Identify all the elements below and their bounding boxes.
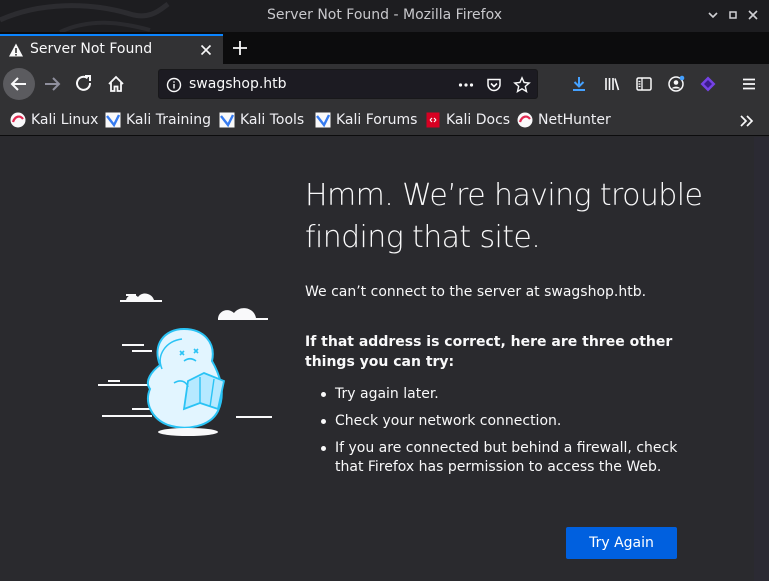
try-again-button[interactable]: Try Again: [566, 527, 677, 559]
url-text[interactable]: swagshop.htb: [189, 76, 287, 92]
account-icon[interactable]: [667, 75, 685, 93]
error-page: Hmm. We’re having trouble finding that s…: [0, 137, 769, 581]
suggestion-item: Try again later.: [305, 385, 695, 404]
window-titlebar: Server Not Found - Mozilla Firefox: [0, 0, 769, 32]
bookmarks-toolbar: Kali Linux Kali Training Kali Tools Kali…: [0, 104, 769, 136]
library-icon[interactable]: [603, 75, 621, 93]
tab-label: Server Not Found: [30, 41, 153, 57]
bookmark-label: NetHunter: [538, 112, 611, 128]
download-icon[interactable]: [570, 75, 588, 93]
suggestion-item: If you are connected but behind a firewa…: [305, 439, 695, 477]
forward-arrow-icon: [45, 77, 61, 91]
window-title: Server Not Found - Mozilla Firefox: [266, 7, 503, 23]
suggestion-item: Check your network connection.: [305, 412, 695, 431]
pocket-icon[interactable]: [485, 76, 503, 94]
reload-button[interactable]: [68, 68, 100, 100]
suggestions-title: If that address is correct, here are thr…: [305, 334, 673, 370]
back-button[interactable]: [3, 68, 35, 100]
page-actions-icon[interactable]: [457, 76, 475, 94]
sidebar-icon[interactable]: [635, 75, 653, 93]
close-icon: [748, 10, 758, 20]
bookmark-label: Kali Forums: [336, 112, 418, 128]
warning-icon: [9, 43, 23, 57]
menu-icon[interactable]: [740, 75, 758, 93]
chevron-double-right-icon[interactable]: [738, 113, 756, 129]
maximize-button[interactable]: [726, 8, 740, 22]
tab-close-icon[interactable]: [198, 42, 214, 58]
home-button[interactable]: [100, 68, 132, 100]
error-description: We can’t connect to the server at swagsh…: [305, 284, 647, 300]
scrollbar[interactable]: [754, 137, 769, 581]
tab-server-not-found[interactable]: Server Not Found: [0, 34, 223, 64]
reload-icon: [76, 75, 92, 91]
navigation-toolbar: swagshop.htb: [0, 64, 769, 104]
bookmark-label: Kali Training: [126, 112, 211, 128]
kali-linux-icon: [10, 112, 26, 128]
tab-strip: Server Not Found: [0, 32, 769, 64]
kali-docs-icon: [426, 112, 440, 128]
info-icon[interactable]: [165, 76, 183, 94]
home-icon: [108, 75, 124, 92]
bookmark-star-icon[interactable]: [513, 76, 531, 94]
new-tab-icon[interactable]: [230, 38, 250, 58]
bookmark-label: Kali Tools: [240, 112, 305, 128]
back-arrow-icon: [10, 77, 26, 91]
kali-tools-icon: [219, 112, 235, 128]
nethunter-icon: [517, 112, 533, 128]
close-window-button[interactable]: [746, 8, 760, 22]
kali-forums-icon: [315, 112, 331, 128]
lost-dino-illustration: [98, 293, 272, 436]
minimize-icon: [708, 12, 718, 19]
url-bar[interactable]: swagshop.htb: [158, 69, 538, 99]
bookmark-label: Kali Docs: [446, 112, 511, 128]
minimize-button[interactable]: [706, 8, 720, 22]
suggestions-list: Try again later. Check your network conn…: [305, 385, 695, 485]
extension-icon[interactable]: [699, 75, 717, 93]
forward-button[interactable]: [36, 68, 68, 100]
bookmark-label: Kali Linux: [31, 112, 99, 128]
kali-training-icon: [105, 112, 121, 128]
maximize-icon: [729, 11, 737, 19]
error-heading: Hmm. We’re having trouble finding that s…: [305, 178, 703, 255]
